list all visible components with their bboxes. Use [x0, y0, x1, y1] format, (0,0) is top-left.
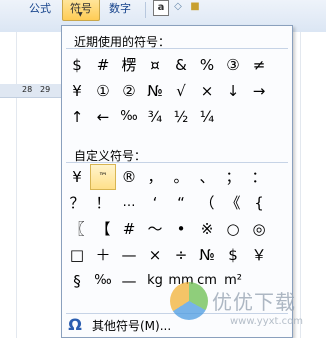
symbol-cell[interactable]: ↓ — [220, 78, 246, 104]
section-divider — [66, 48, 288, 49]
symbol-cell[interactable]: 楞 — [116, 52, 142, 78]
symbol-cell[interactable]: ← — [90, 104, 116, 130]
column-gridline — [16, 32, 17, 338]
watermark-url: www.yyxt.com — [230, 316, 304, 327]
symbol-cell[interactable]: ； — [220, 164, 246, 190]
symbol-cell[interactable]: … — [116, 190, 142, 216]
chevron-down-icon: ▼ — [78, 11, 83, 18]
symbol-cell[interactable]: ÷ — [168, 242, 194, 268]
symbol-cell[interactable]: ™ — [90, 164, 116, 190]
symbol-cell[interactable]: 。 — [168, 164, 194, 190]
symbol-cell[interactable]: ② — [116, 78, 142, 104]
symbol-cell[interactable]: ® — [116, 164, 142, 190]
watermark-text: 优优下载 — [212, 290, 296, 314]
symbol-cell[interactable]: ¥ — [64, 164, 90, 190]
symbol-cell[interactable]: % — [194, 52, 220, 78]
symbol-cell[interactable]: ¼ — [194, 104, 220, 130]
symbol-cell[interactable]: → — [246, 78, 272, 104]
watermark-logo-icon — [170, 282, 208, 320]
symbol-cell[interactable]: ① — [90, 78, 116, 104]
symbol-cell[interactable]: ￥ — [246, 242, 272, 268]
symbol-cell[interactable]: 《 — [220, 190, 246, 216]
omega-icon: Ω — [68, 315, 82, 334]
symbol-cell[interactable]: § — [64, 268, 90, 294]
tab-formula[interactable]: 公式 — [24, 0, 56, 20]
lock-icon[interactable]: ■ — [188, 0, 202, 14]
column-ruler: 28 29 — [0, 84, 66, 98]
eraser-icon[interactable]: ◇ — [171, 0, 185, 14]
symbol-cell[interactable]: 〖 — [64, 216, 90, 242]
symbol-cell[interactable]: { — [246, 190, 272, 216]
symbol-cell[interactable]: × — [194, 78, 220, 104]
symbol-cell[interactable]: ‰ — [116, 104, 142, 130]
symbol-cell[interactable]: ‘ — [142, 190, 168, 216]
symbol-cell[interactable]: √ — [168, 78, 194, 104]
symbol-cell[interactable]: # — [116, 216, 142, 242]
symbol-cell[interactable]: ≠ — [246, 52, 272, 78]
symbol-cell[interactable]: • — [168, 216, 194, 242]
symbol-cell[interactable]: 【 — [90, 216, 116, 242]
symbol-cell[interactable]: ◎ — [246, 216, 272, 242]
text-box-icon[interactable]: a — [153, 0, 169, 16]
ribbon-divider — [145, 2, 146, 18]
symbol-cell[interactable]: ½ — [168, 104, 194, 130]
symbol-cell[interactable]: ③ — [220, 52, 246, 78]
symbol-cell[interactable]: ？ — [64, 190, 90, 216]
ruler-number: 29 — [40, 85, 51, 94]
watermark: 优优下载 www.yyxt.com — [170, 282, 326, 338]
section-divider — [66, 162, 288, 163]
symbol-cell[interactable]: kg — [142, 268, 168, 294]
symbol-cell[interactable]: ！ — [90, 190, 116, 216]
symbol-cell[interactable]: ¥ — [64, 78, 90, 104]
tab-symbol[interactable]: 符号 ▼ — [62, 0, 100, 21]
symbol-cell[interactable]: ¾ — [142, 104, 168, 130]
symbol-cell[interactable]: № — [194, 242, 220, 268]
ruler-number: 28 — [22, 85, 33, 94]
symbol-cell[interactable]: $ — [220, 242, 246, 268]
symbol-cell[interactable]: ： — [246, 164, 272, 190]
tab-number[interactable]: 数字 — [104, 0, 136, 20]
symbol-cell[interactable]: × — [142, 242, 168, 268]
symbol-cell[interactable]: □ — [64, 242, 90, 268]
symbol-cell[interactable]: ¤ — [142, 52, 168, 78]
symbol-cell[interactable]: ※ — [194, 216, 220, 242]
custom-symbols-grid: ¥ ™ ®，。、；：？！… ‘“（《{〖【# ～ • ※ ○ ◎ □ ＋ — × ÷ № $ ￥ § ‰ — kg mm c… — [64, 164, 272, 294]
symbol-cell[interactable]: № — [142, 78, 168, 104]
symbol-cell[interactable]: # — [90, 52, 116, 78]
symbol-cell[interactable]: ， — [142, 164, 168, 190]
more-symbols-label: 其他符号(M)... — [92, 319, 172, 333]
recent-symbols-grid: $ # 楞 ¤ &% ③ ≠ ¥ ① ② № √ × ↓ → ↑ ← ‰ ¾ ½ ¼ — [64, 52, 272, 130]
symbol-cell[interactable]: — — [116, 268, 142, 294]
symbol-cell[interactable]: ～ — [142, 216, 168, 242]
symbol-cell[interactable]: ○ — [220, 216, 246, 242]
symbol-cell[interactable]: （ — [194, 190, 220, 216]
symbol-cell[interactable]: & — [168, 52, 194, 78]
symbol-cell[interactable]: ↑ — [64, 104, 90, 130]
symbol-cell[interactable]: 、 — [194, 164, 220, 190]
symbol-cell[interactable]: “ — [168, 190, 194, 216]
symbol-cell[interactable]: — — [116, 242, 142, 268]
symbol-cell[interactable]: ＋ — [90, 242, 116, 268]
symbol-cell[interactable]: ‰ — [90, 268, 116, 294]
symbol-cell[interactable]: $ — [64, 52, 90, 78]
